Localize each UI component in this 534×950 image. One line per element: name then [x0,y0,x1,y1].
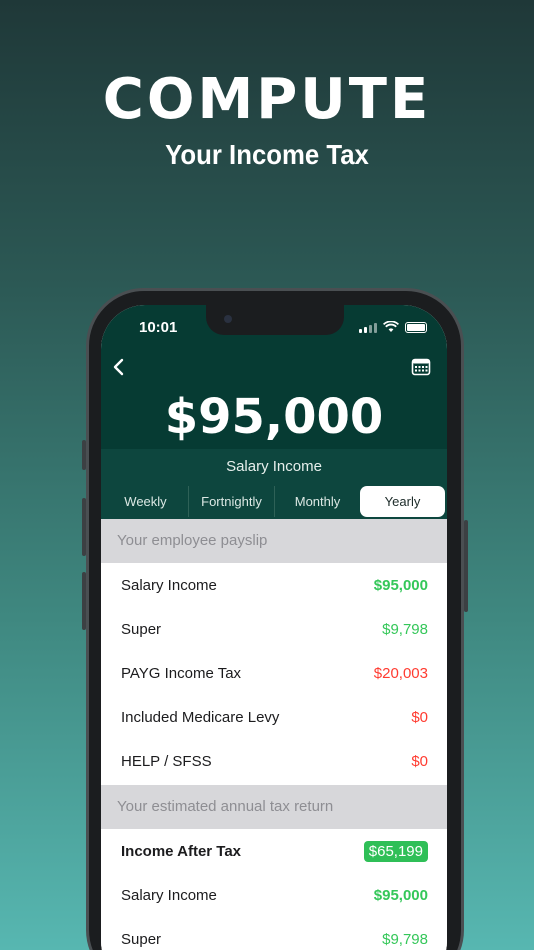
row-label: HELP / SFSS [121,752,212,770]
row-value: $9,798 [382,930,428,948]
tab-monthly[interactable]: Monthly [275,486,360,517]
tab-yearly[interactable]: Yearly [360,486,445,517]
row-super[interactable]: Super $9,798 [101,917,447,950]
row-value: $0 [411,752,428,770]
phone-mute-switch [82,440,86,470]
notch [206,305,344,335]
chevron-left-icon[interactable] [109,357,129,377]
wifi-icon [383,321,399,332]
income-after-tax-badge: $65,199 [363,840,428,862]
row-value: $20,003 [373,664,428,682]
section-header-tax-return: Your estimated annual tax return [101,785,447,829]
app-header: 10:01 $95,000 Salary Income Weekly Fortn… [101,305,447,519]
phone-screen: 10:01 $95,000 Salary Income Weekly Fortn… [101,305,447,950]
row-label: PAYG Income Tax [121,664,242,682]
row-help-sfss[interactable]: HELP / SFSS $0 [101,739,447,783]
row-label: Salary Income [121,886,217,904]
camera [224,315,232,323]
section-header-payslip: Your employee payslip [101,519,447,563]
status-time: 10:01 [139,319,178,336]
income-type-label: Salary Income [101,449,447,485]
row-income-after-tax[interactable]: Income After Tax $65,199 [101,829,447,873]
calendar-icon[interactable] [411,357,431,377]
row-label: Super [121,620,162,638]
income-amount: $95,000 [164,389,384,445]
battery-icon [405,321,427,333]
row-value: $0 [411,708,428,726]
row-value: $95,000 [373,886,428,904]
tab-weekly[interactable]: Weekly [103,486,189,517]
row-salary-income[interactable]: Salary Income $95,000 [101,563,447,607]
row-salary-income[interactable]: Salary Income $95,000 [101,873,447,917]
tab-fortnightly[interactable]: Fortnightly [189,486,275,517]
signal-icon [359,322,377,333]
row-super[interactable]: Super $9,798 [101,607,447,651]
phone-power-button [464,520,468,612]
row-payg-income-tax[interactable]: PAYG Income Tax $20,003 [101,651,447,695]
row-value: $95,000 [373,576,428,594]
phone-volume-down [82,572,86,630]
row-label: Super [121,930,162,948]
row-label: Income After Tax [121,842,242,860]
row-label: Salary Income [121,576,217,594]
status-icons [359,321,427,333]
phone-volume-up [82,498,86,556]
row-value: $9,798 [382,620,428,638]
row-medicare-levy[interactable]: Included Medicare Levy $0 [101,695,447,739]
period-tabs: Weekly Fortnightly Monthly Yearly [101,485,447,519]
promo-subline: Your Income Tax [165,139,369,170]
row-label: Included Medicare Levy [121,708,280,726]
promo-headline: COMPUTE [102,67,432,132]
